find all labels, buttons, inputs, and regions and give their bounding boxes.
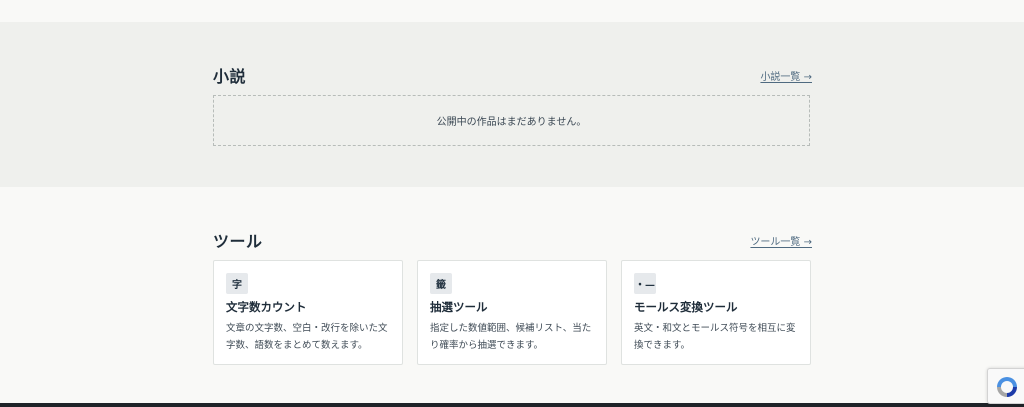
tools-section: ツール ツール一覧 → 字 文字数カウント 文章の文字数、空白・改行を除いた文字… [0,187,1024,403]
lottery-icon: 籤 [430,273,452,294]
footer-bar [0,403,1024,407]
tool-description: 英文・和文とモールス符号を相互に変換できます。 [634,323,796,351]
character-icon: 字 [226,273,248,294]
recaptcha-icon [997,377,1017,397]
novels-empty-state: 公開中の作品はまだありません。 [213,95,810,146]
recaptcha-badge[interactable] [987,368,1024,404]
novels-list-link[interactable]: 小説一覧 → [760,68,812,83]
tool-name: モールス変換ツール [634,300,738,314]
tool-name: 抽選ツール [430,300,488,314]
empty-message: 公開中の作品はまだありません。 [436,117,587,128]
tool-card-morse[interactable]: ・— モールス変換ツール 英文・和文とモールス符号を相互に変換できます。 [621,260,811,365]
novels-section-title: 小説 [213,67,247,86]
tool-name: 文字数カウント [226,300,307,314]
tools-list-link[interactable]: ツール一覧 → [750,233,812,248]
novels-section: 小説 小説一覧 → 公開中の作品はまだありません。 [0,22,1024,187]
tool-card-character-count[interactable]: 字 文字数カウント 文章の文字数、空白・改行を除いた文字数、語数をまとめて数えま… [213,260,403,365]
morse-icon: ・— [634,273,656,294]
top-strip [0,0,1024,22]
tool-description: 指定した数値範囲、候補リスト、当たり確率から抽選できます。 [430,323,592,351]
tool-card-lottery[interactable]: 籤 抽選ツール 指定した数値範囲、候補リスト、当たり確率から抽選できます。 [417,260,607,365]
tools-section-title: ツール [213,232,263,251]
tool-description: 文章の文字数、空白・改行を除いた文字数、語数をまとめて数えます。 [226,323,388,351]
